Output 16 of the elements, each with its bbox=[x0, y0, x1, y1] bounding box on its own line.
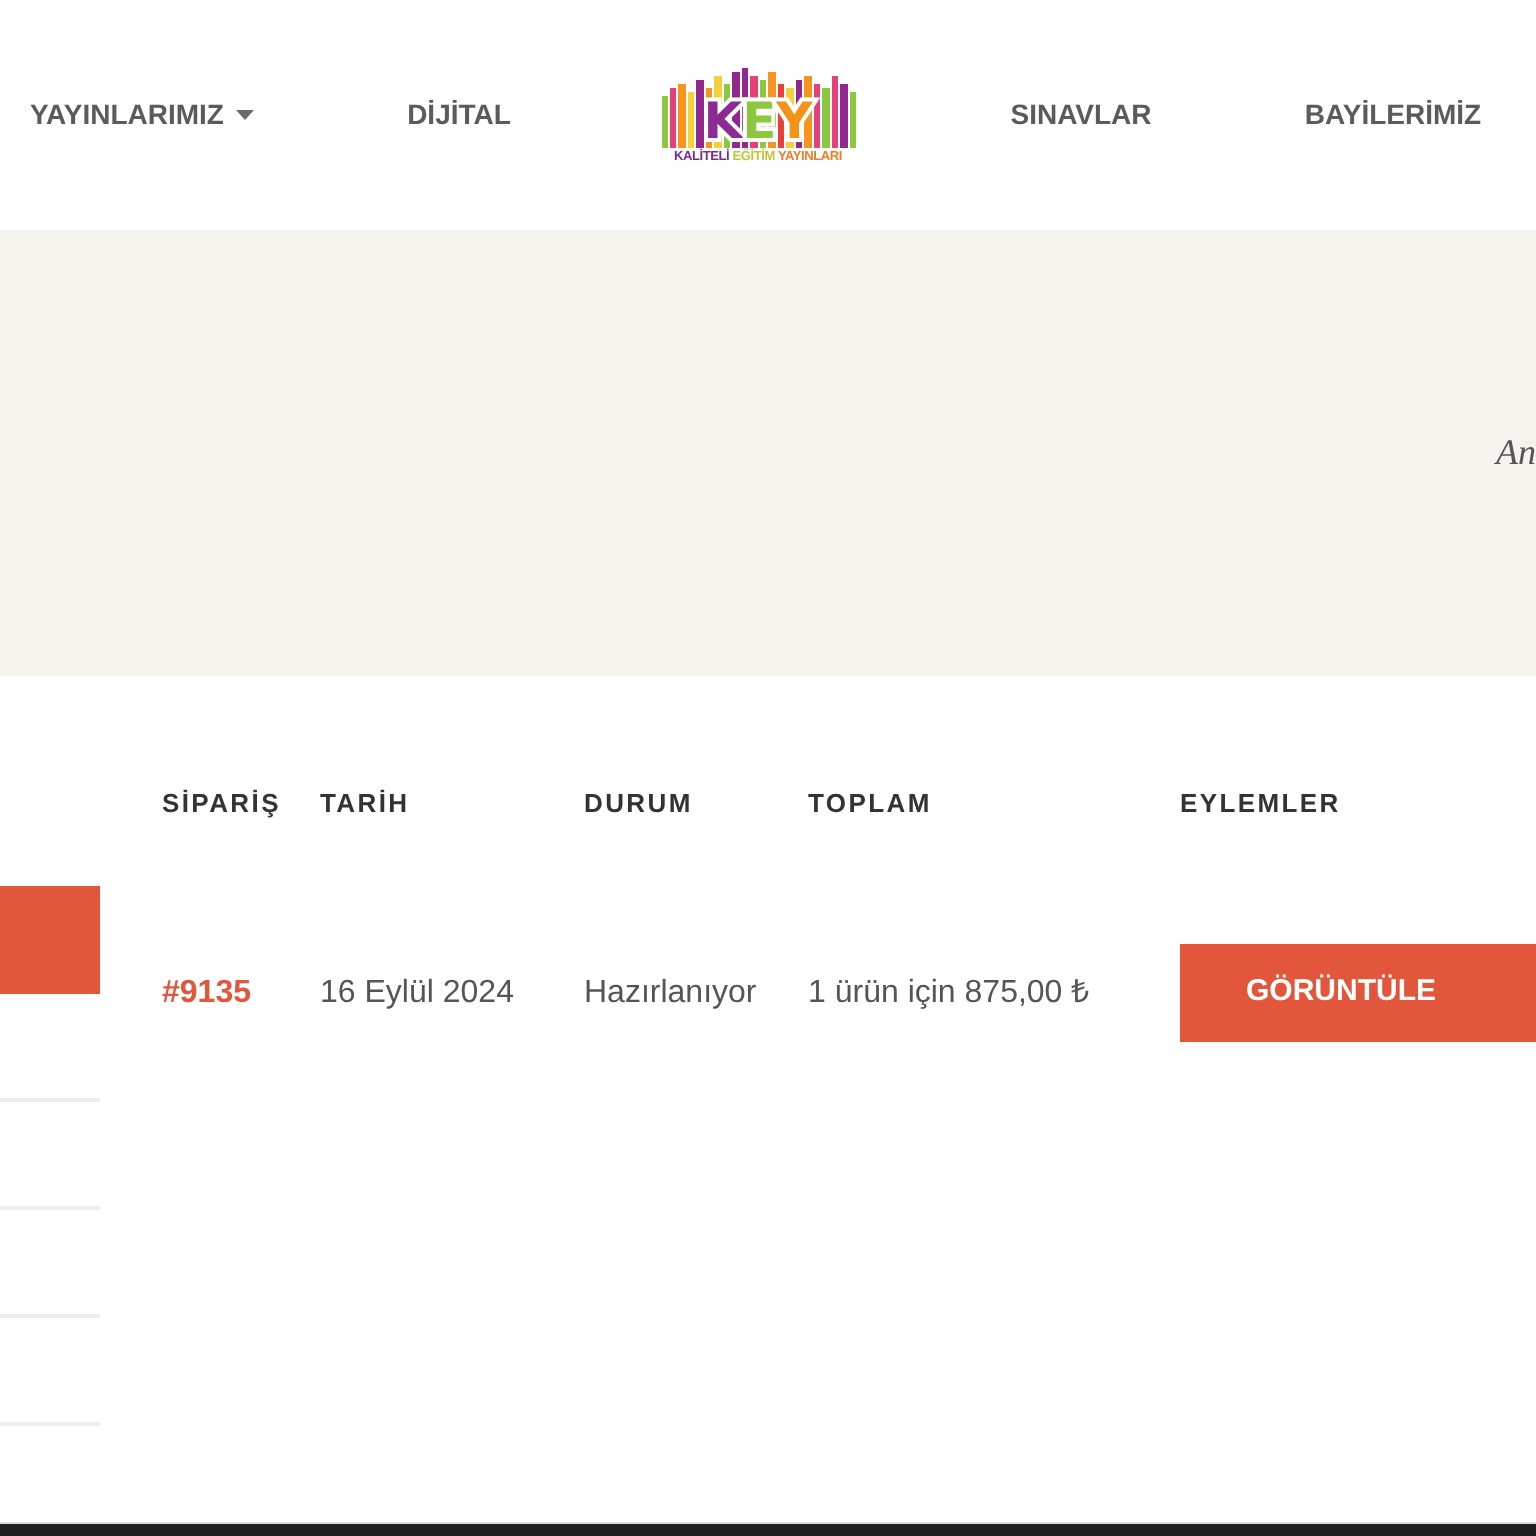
nav-link[interactable]: BAYİLERİMİZ bbox=[1304, 94, 1482, 136]
view-button[interactable]: GÖRÜNTÜLE bbox=[1180, 944, 1536, 1042]
nav-link[interactable]: YAYINLARIMIZ bbox=[30, 94, 254, 136]
column-header: TARİH bbox=[320, 786, 410, 823]
column-header: SİPARİŞ bbox=[162, 786, 281, 823]
nav-link[interactable]: DİJİTAL bbox=[407, 94, 511, 136]
order-number-link[interactable]: #9135 bbox=[162, 969, 251, 1017]
nav-link[interactable]: SINAVLAR bbox=[1010, 94, 1152, 136]
column-header: DURUM bbox=[584, 786, 693, 823]
column-header: TOPLAM bbox=[808, 786, 932, 823]
column-header: EYLEMLER bbox=[1180, 786, 1341, 823]
order-total: 1 ürün için 875,00 ₺ bbox=[808, 973, 1090, 1013]
order-date: 16 Eylül 2024 bbox=[320, 973, 514, 1013]
sidebar-menu-item[interactable] bbox=[0, 886, 100, 994]
breadcrumb-text: An bbox=[1496, 430, 1536, 476]
order-status: Hazırlanıyor bbox=[584, 973, 757, 1013]
